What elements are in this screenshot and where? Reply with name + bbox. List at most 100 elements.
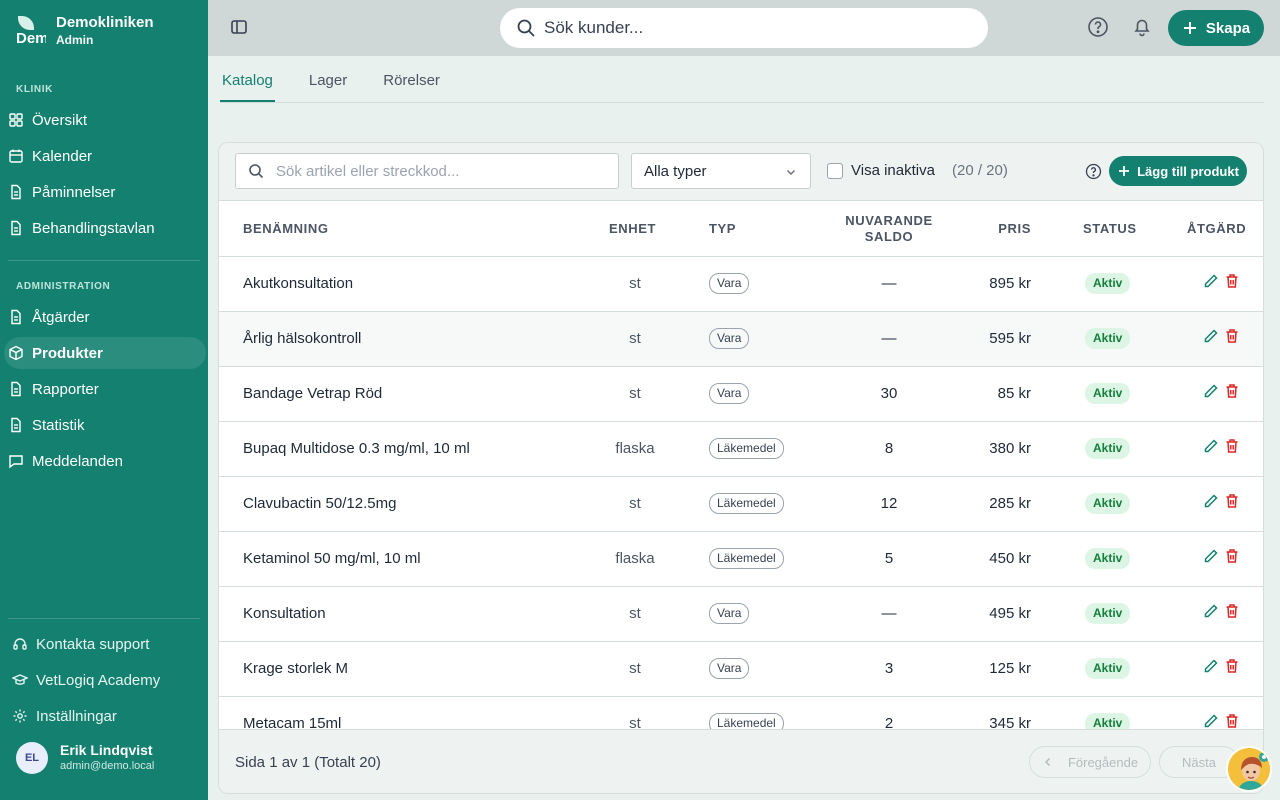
user-role: Admin: [56, 33, 94, 47]
page-info: Sida 1 av 1 (Totalt 20): [235, 754, 381, 771]
type-badge: Läkemedel: [709, 713, 784, 729]
delete-trash-icon[interactable]: [1225, 548, 1239, 564]
delete-trash-icon[interactable]: [1225, 493, 1239, 509]
delete-trash-icon[interactable]: [1225, 273, 1239, 289]
tab-rorelser[interactable]: Rörelser: [381, 62, 442, 102]
sidebar-item-label: Kontakta support: [36, 635, 150, 653]
sidebar-item-support[interactable]: Kontakta support: [12, 630, 149, 658]
brand-logo: Dem: [16, 14, 46, 48]
help-icon[interactable]: [1087, 16, 1109, 38]
product-unit: st: [629, 660, 641, 677]
column-header-status[interactable]: STATUS: [1083, 221, 1137, 237]
column-header-type[interactable]: TYP: [709, 221, 736, 237]
edit-pencil-icon[interactable]: [1203, 328, 1219, 344]
delete-trash-icon[interactable]: [1225, 328, 1239, 344]
tab-lager[interactable]: Lager: [307, 62, 349, 102]
sidebar-item-academy[interactable]: VetLogiq Academy: [12, 666, 160, 694]
sidebar-item-oversikt[interactable]: Översikt: [4, 104, 206, 136]
show-inactive-label: Visa inaktiva: [851, 162, 935, 179]
delete-trash-icon[interactable]: [1225, 658, 1239, 674]
add-product-label: Lägg till produkt: [1137, 163, 1239, 179]
sidebar-item-label: Behandlingstavlan: [32, 219, 155, 237]
type-badge: Läkemedel: [709, 548, 784, 569]
column-header-name[interactable]: BENÄMNING: [243, 221, 329, 237]
document-icon: [11, 220, 21, 236]
sidebar-divider: [8, 260, 200, 261]
article-search[interactable]: [235, 153, 619, 189]
table-row[interactable]: Konsultation st Vara — 495 kr Aktiv: [219, 587, 1263, 642]
tabs-divider: [220, 102, 1264, 103]
next-page-label: Nästa: [1182, 754, 1216, 770]
sidebar-item-label: Statistik: [32, 416, 85, 434]
customer-search[interactable]: [500, 8, 988, 48]
sidebar-item-label: Kalender: [32, 147, 93, 165]
edit-pencil-icon[interactable]: [1203, 493, 1219, 509]
column-header-saldo[interactable]: NUVARANDE SALDO: [839, 213, 939, 245]
sidebar-item-atgarder[interactable]: Åtgärder: [4, 301, 206, 333]
product-price: 285 kr: [989, 495, 1031, 512]
user-email: admin@demo.local: [60, 760, 155, 772]
customer-search-input[interactable]: [544, 18, 944, 38]
table-row[interactable]: Bandage Vetrap Röd st Vara 30 85 kr Akti…: [219, 367, 1263, 422]
add-product-button[interactable]: Lägg till produkt: [1109, 156, 1247, 186]
help-icon[interactable]: [1085, 163, 1102, 180]
article-search-input[interactable]: [276, 162, 606, 180]
document-icon: [11, 309, 21, 325]
product-name: Krage storlek M: [243, 660, 349, 677]
brand[interactable]: Dem Demokliniken Admin: [16, 14, 154, 48]
gear-icon: [13, 709, 27, 723]
type-filter-select[interactable]: Alla typer: [631, 153, 811, 189]
edit-pencil-icon[interactable]: [1203, 548, 1219, 564]
sidebar-item-paminnelser[interactable]: Påminnelser: [4, 176, 206, 208]
sidebar-item-statistik[interactable]: Statistik: [4, 409, 206, 441]
column-header-price[interactable]: PRIS: [959, 221, 1031, 237]
sidebar-item-behandlingstavlan[interactable]: Behandlingstavlan: [4, 212, 206, 244]
table-row[interactable]: Ketaminol 50 mg/ml, 10 ml flaska Läkemed…: [219, 532, 1263, 587]
column-header-unit[interactable]: ENHET: [609, 221, 656, 237]
table-row[interactable]: Metacam 15ml st Läkemedel 2 345 kr Aktiv: [219, 697, 1263, 729]
edit-pencil-icon[interactable]: [1203, 658, 1219, 674]
sidebar-item-rapporter[interactable]: Rapporter: [4, 373, 206, 405]
product-name: Clavubactin 50/12.5mg: [243, 495, 397, 512]
assistant-avatar[interactable]: [1226, 746, 1272, 792]
delete-trash-icon[interactable]: [1225, 603, 1239, 619]
product-unit: flaska: [615, 550, 655, 567]
sidebar-item-label: Rapporter: [32, 380, 99, 398]
edit-pencil-icon[interactable]: [1203, 603, 1219, 619]
sidebar-item-produkter[interactable]: Produkter: [4, 337, 206, 369]
show-inactive-checkbox[interactable]: [827, 163, 843, 179]
document-icon: [11, 184, 21, 200]
topbar: Skapa: [208, 0, 1280, 56]
sidebar-toggle-icon[interactable]: [228, 16, 250, 38]
sidebar-item-meddelanden[interactable]: Meddelanden: [4, 445, 206, 477]
result-count: (20 / 20): [952, 162, 1008, 179]
product-saldo: 8: [884, 440, 894, 457]
sidebar-item-installningar[interactable]: Inställningar: [12, 702, 117, 730]
table-row[interactable]: Årlig hälsokontroll st Vara — 595 kr Akt…: [219, 312, 1263, 367]
bell-icon[interactable]: [1131, 16, 1153, 38]
section-label-administration: ADMINISTRATION: [16, 281, 111, 292]
previous-page-button[interactable]: Föregående: [1029, 746, 1151, 778]
tab-katalog[interactable]: Katalog: [220, 62, 275, 102]
product-catalog-card: Alla typer Visa inaktiva (20 / 20) Lägg …: [218, 142, 1264, 794]
product-unit: st: [629, 275, 641, 292]
table-row[interactable]: Clavubactin 50/12.5mg st Läkemedel 12 28…: [219, 477, 1263, 532]
table-row[interactable]: Bupaq Multidose 0.3 mg/ml, 10 ml flaska …: [219, 422, 1263, 477]
type-badge: Läkemedel: [709, 493, 784, 514]
edit-pencil-icon[interactable]: [1203, 438, 1219, 454]
product-unit: flaska: [615, 440, 655, 457]
table-row[interactable]: Akutkonsultation st Vara — 895 kr Aktiv: [219, 257, 1263, 312]
edit-pencil-icon[interactable]: [1203, 713, 1219, 729]
edit-pencil-icon[interactable]: [1203, 273, 1219, 289]
user-profile[interactable]: EL Erik Lindqvist admin@demo.local: [16, 742, 154, 774]
search-icon: [249, 164, 264, 179]
delete-trash-icon[interactable]: [1225, 383, 1239, 399]
pagination-footer: Sida 1 av 1 (Totalt 20) Föregående Nästa: [219, 729, 1263, 793]
edit-pencil-icon[interactable]: [1203, 383, 1219, 399]
document-icon: [11, 417, 21, 433]
sidebar-item-kalender[interactable]: Kalender: [4, 140, 206, 172]
create-button[interactable]: Skapa: [1168, 10, 1264, 46]
table-row[interactable]: Krage storlek M st Vara 3 125 kr Aktiv: [219, 642, 1263, 697]
delete-trash-icon[interactable]: [1225, 438, 1239, 454]
delete-trash-icon[interactable]: [1225, 713, 1239, 729]
